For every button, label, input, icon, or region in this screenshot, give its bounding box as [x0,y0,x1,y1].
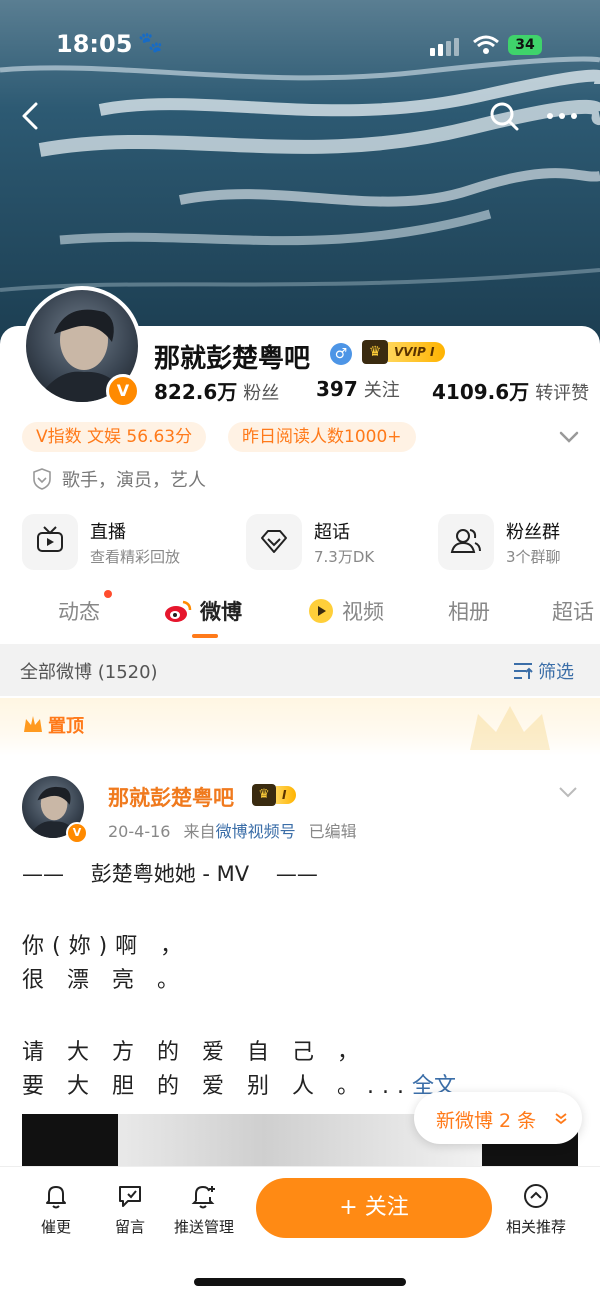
male-icon: ♂ [330,343,352,365]
crown-icon [24,716,42,732]
engagement-count: 4109.6万 [432,380,530,404]
post-edited: 已编辑 [308,822,357,841]
live-title: 直播 [90,522,126,543]
vvip-badge[interactable]: ♛ VVIP I [362,340,445,364]
post-verified-icon: V [66,822,88,844]
post-from: 来自 [183,822,216,841]
related-recommend-button[interactable]: 相关推荐 [496,1182,576,1237]
home-indicator [194,1278,406,1286]
remind-update-label: 催更 [40,1218,71,1236]
new-weibo-label: 新微博 2 条 [436,1110,537,1132]
post-mv-title: —— 彭楚粤她她 - MV —— [22,862,318,886]
tv-icon [22,514,78,570]
fan-group-subtitle: 3个群聊 [506,548,561,566]
supertopic-title: 超话 [314,522,350,543]
message-button[interactable]: 留言 [90,1182,170,1237]
post-vip-badge[interactable]: ♛ I [252,784,297,806]
tab-video[interactable]: 视频 [308,596,384,628]
post-line-4-text: 要 大 胆 的 爱 别 人 。... [22,1074,412,1099]
tab-weibo-label: 微博 [200,600,242,624]
filter-button[interactable]: 筛选 [512,658,574,684]
supertopic-feature[interactable]: 超话 7.3万DK [246,514,426,570]
tab-dynamics[interactable]: 动态 [58,596,100,628]
following-count: 397 [316,377,358,401]
post-author[interactable]: 那就彭楚粤吧 [108,782,234,812]
post-line-4: 要 大 胆 的 爱 别 人 。...全文 [22,1068,456,1100]
paw-icon: 🐾 [138,30,163,54]
profile-tags: 歌手，演员，艺人 [32,466,206,494]
filter-label: 筛选 [538,662,574,683]
battery-indicator: 34 [508,35,542,55]
crown-decoration-icon [470,706,550,750]
crown-icon: ♛ [252,784,276,806]
v-index-pill[interactable]: V指数 文娱 56.63分 [22,422,207,452]
push-settings-button[interactable]: 推送管理 [164,1182,244,1237]
live-subtitle: 查看精彩回放 [90,548,181,566]
pinned-label: 置顶 [22,712,84,738]
remind-update-button[interactable]: 催更 [16,1182,96,1237]
diamond-icon [246,514,302,570]
chevron-down-icon[interactable] [556,424,582,450]
post-line-2: 很 漂 亮 。 [22,968,187,993]
following-stat[interactable]: 397 关注 [316,376,400,402]
bell-icon [46,1186,66,1209]
filter-icon [514,663,533,679]
engagement-label: 转评赞 [535,383,590,404]
bell-plus-icon [191,1185,215,1209]
double-chevron-down-icon [555,1113,567,1125]
tab-supertopic[interactable]: 超话 [552,596,594,628]
wifi-icon [473,35,499,54]
shield-icon [33,468,51,490]
crown-icon: ♛ [362,340,388,364]
fans-count: 822.6万 [154,380,238,404]
tab-album[interactable]: 相册 [448,596,490,628]
active-tab-indicator [192,634,218,638]
reads-pill[interactable]: 昨日阅读人数1000+ [228,422,416,452]
vvip-label: VVIP [394,345,426,359]
all-weibo-label: 全部微博 (1520) [20,662,158,683]
follow-button[interactable]: + 关注 [256,1178,492,1238]
back-icon[interactable] [14,98,50,134]
profile-name: 那就彭楚粤吧 [154,344,311,374]
post-meta: 20-4-16 来自微博视频号 已编辑 [108,818,357,842]
post-source-link[interactable]: 微博视频号 [216,822,296,841]
search-icon[interactable] [488,100,520,132]
post-chevron-down-icon[interactable] [556,782,580,802]
post-line-1: 你(妳)啊 ， [22,934,191,959]
fan-group-title: 粉丝群 [506,522,560,543]
related-recommend-label: 相关推荐 [505,1218,566,1236]
fan-group-feature[interactable]: 粉丝群 3个群聊 [438,514,598,570]
message-icon [119,1186,141,1207]
supertopic-subtitle: 7.3万DK [314,548,375,566]
post-line-3: 请 大 方 的 爱 自 己 ， [22,1040,367,1065]
weibo-logo-icon [165,600,192,622]
more-icon[interactable] [544,100,580,132]
tags-text: 歌手，演员，艺人 [62,470,206,491]
message-label: 留言 [114,1218,145,1236]
following-label: 关注 [363,380,400,401]
signal-icon [430,38,459,56]
post-date: 20-4-16 [108,822,171,841]
live-feature[interactable]: 直播 查看精彩回放 [22,514,222,570]
chevron-up-circle-icon [524,1184,548,1208]
tab-video-label: 视频 [342,600,384,624]
notification-dot [104,590,112,598]
verified-badge-icon: V [106,374,140,408]
tab-weibo[interactable]: 微博 [164,596,242,628]
vvip-level: I [430,345,435,359]
video-icon [309,599,333,623]
fans-label: 粉丝 [243,383,280,404]
post-badge-level: I [276,786,297,804]
engagement-stat[interactable]: 4109.6万 转评赞 [432,376,589,405]
push-settings-label: 推送管理 [173,1218,234,1236]
pinned-text: 置顶 [48,716,84,737]
group-icon [438,514,494,570]
fans-stat[interactable]: 822.6万 粉丝 [154,376,279,405]
new-weibo-button[interactable]: 新微博 2 条 [414,1092,582,1144]
status-time: 18:05 [56,30,133,58]
